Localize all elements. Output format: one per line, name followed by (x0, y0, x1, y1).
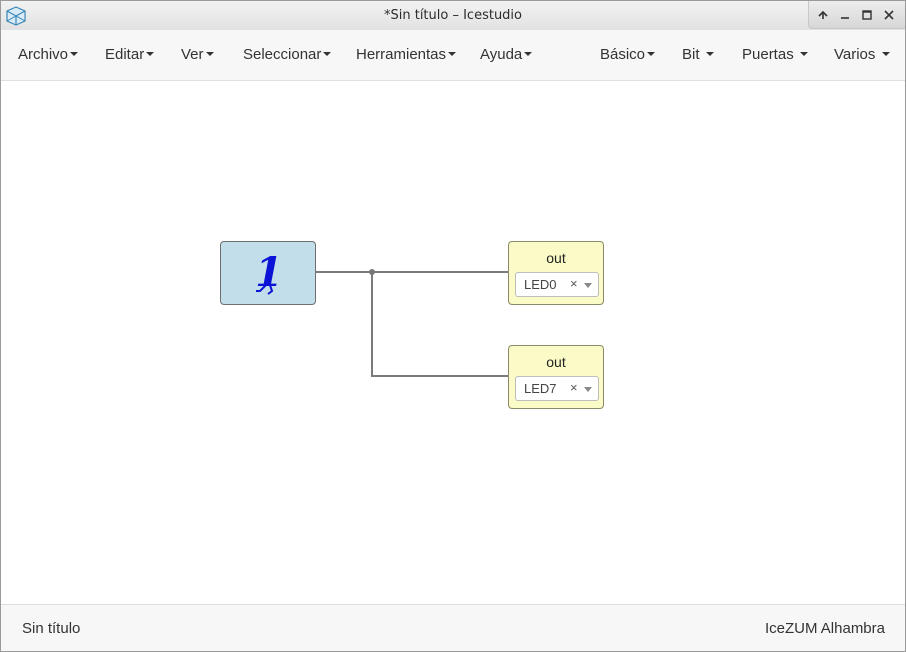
wire-junction (369, 269, 375, 275)
menu-editar[interactable]: Editar (105, 46, 155, 63)
wire-to-led0[interactable] (315, 271, 509, 273)
menu-bar: Archivo Editar Ver Seleccionar Herramien… (1, 30, 905, 81)
board-name[interactable]: IceZUM Alhambra (765, 620, 885, 637)
menu-basico[interactable]: Básico (600, 46, 656, 63)
app-window: *Sin título – Icestudio Archivo Editar V… (0, 0, 906, 652)
window-title: *Sin título – Icestudio (383, 8, 523, 23)
caret-down-icon (323, 52, 332, 57)
clear-selection-icon[interactable]: × (570, 276, 578, 291)
caret-down-icon (647, 52, 656, 57)
constant-block[interactable]: 1 (220, 241, 316, 305)
caret-down-icon (146, 52, 155, 57)
close-icon[interactable] (881, 7, 897, 23)
pin-select-led0[interactable]: LED0 × (515, 272, 599, 297)
caret-down-icon (524, 52, 533, 57)
menu-puertas[interactable]: Puertas (742, 46, 808, 63)
wire-branch-vertical[interactable] (371, 271, 373, 376)
pin-select-led7[interactable]: LED7 × (515, 376, 599, 401)
caret-down-icon (205, 52, 214, 57)
menu-ver[interactable]: Ver (181, 46, 214, 63)
dropdown-arrow-icon[interactable] (584, 283, 592, 288)
design-canvas[interactable]: 1 out LED0 × out LED7 × (3, 81, 903, 604)
wire-to-led7[interactable] (371, 375, 509, 377)
status-bar: Sin título IceZUM Alhambra (1, 604, 905, 651)
menu-herramientas[interactable]: Herramientas (356, 46, 457, 63)
dropdown-arrow-icon[interactable] (584, 387, 592, 392)
output-label: out (546, 354, 566, 370)
caret-down-icon (881, 52, 890, 57)
output-block-led0[interactable]: out LED0 × (508, 241, 604, 305)
caret-down-icon (70, 52, 79, 57)
caret-down-icon (799, 52, 808, 57)
caret-down-icon (705, 52, 714, 57)
project-name: Sin título (22, 620, 81, 637)
menu-varios[interactable]: Varios (834, 46, 890, 63)
caret-down-icon (448, 52, 457, 57)
minimize-icon[interactable] (837, 7, 853, 23)
constant-one-icon: 1 (255, 249, 283, 296)
menu-ayuda[interactable]: Ayuda (480, 46, 533, 63)
pin-select-value: LED7 (524, 381, 557, 396)
menu-bit[interactable]: Bit (682, 46, 714, 63)
title-bar: *Sin título – Icestudio (1, 1, 905, 31)
menu-archivo[interactable]: Archivo (18, 46, 79, 63)
clear-selection-icon[interactable]: × (570, 380, 578, 395)
svg-text:1: 1 (255, 249, 283, 296)
window-controls (808, 1, 905, 29)
menu-seleccionar[interactable]: Seleccionar (243, 46, 332, 63)
output-block-led7[interactable]: out LED7 × (508, 345, 604, 409)
pin-select-value: LED0 (524, 277, 557, 292)
output-label: out (546, 250, 566, 266)
keep-above-icon[interactable] (815, 7, 831, 23)
maximize-icon[interactable] (859, 7, 875, 23)
